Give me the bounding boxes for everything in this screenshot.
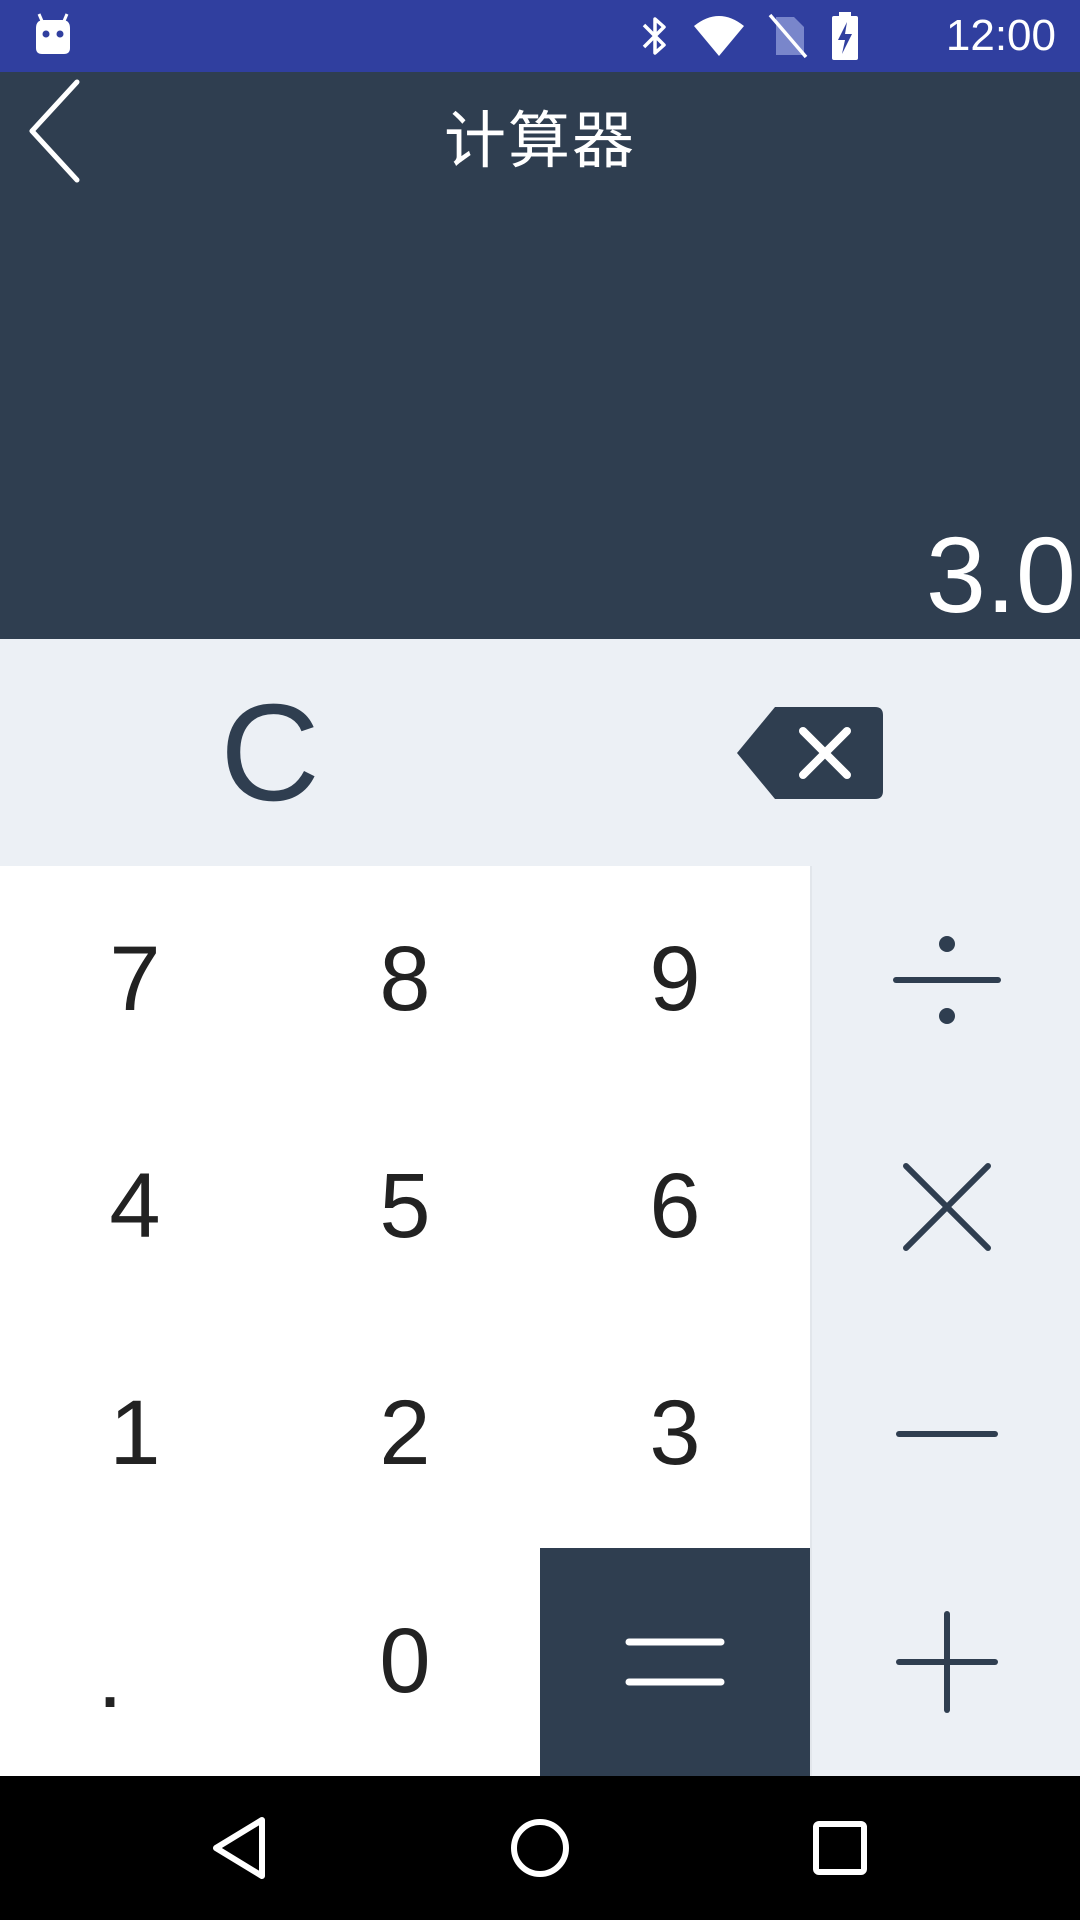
wifi-icon bbox=[694, 16, 744, 56]
key-4[interactable]: 4 bbox=[0, 1093, 270, 1320]
key-6[interactable]: 6 bbox=[540, 1093, 810, 1320]
back-icon[interactable] bbox=[204, 1812, 276, 1884]
key-0[interactable]: 0 bbox=[270, 1548, 540, 1775]
clear-label: C bbox=[220, 675, 320, 830]
key-5[interactable]: 5 bbox=[270, 1093, 540, 1320]
divide-icon bbox=[893, 935, 1001, 1024]
no-sim-icon bbox=[768, 13, 808, 59]
android-icon bbox=[36, 13, 70, 54]
key-8[interactable]: 8 bbox=[270, 866, 540, 1093]
minus-button[interactable] bbox=[812, 1320, 1080, 1547]
multiply-button[interactable] bbox=[812, 1093, 1080, 1320]
controls-row: C bbox=[0, 639, 1080, 866]
key-9[interactable]: 9 bbox=[540, 866, 810, 1093]
result-display: 3.0 bbox=[925, 514, 1076, 635]
recents-icon[interactable] bbox=[804, 1812, 876, 1884]
divide-button[interactable] bbox=[812, 866, 1080, 1093]
plus-button[interactable] bbox=[812, 1548, 1080, 1775]
status-bar: 12:00 bbox=[0, 0, 1080, 72]
plus-icon bbox=[896, 1610, 998, 1713]
bluetooth-icon bbox=[642, 17, 666, 55]
backspace-button[interactable] bbox=[540, 639, 1080, 866]
key-7[interactable]: 7 bbox=[0, 866, 270, 1093]
key-2[interactable]: 2 bbox=[270, 1320, 540, 1547]
equals-icon bbox=[625, 1638, 725, 1686]
navigation-bar bbox=[0, 1776, 1080, 1920]
key-decimal[interactable]: . bbox=[0, 1548, 270, 1775]
operator-column bbox=[810, 866, 1080, 1776]
key-1[interactable]: 1 bbox=[0, 1320, 270, 1547]
backspace-icon bbox=[737, 706, 883, 799]
home-icon[interactable] bbox=[504, 1812, 576, 1884]
page-title: 计算器 bbox=[443, 104, 636, 177]
battery-charging-icon bbox=[832, 12, 858, 60]
key-3[interactable]: 3 bbox=[540, 1320, 810, 1547]
multiply-icon bbox=[903, 1162, 991, 1251]
clear-button[interactable]: C bbox=[0, 639, 540, 866]
calculator-header: 计算器 3.0 bbox=[0, 72, 1080, 639]
status-time: 12:00 bbox=[945, 11, 1056, 60]
equals-button[interactable] bbox=[540, 1548, 810, 1776]
minus-icon bbox=[896, 1430, 998, 1437]
